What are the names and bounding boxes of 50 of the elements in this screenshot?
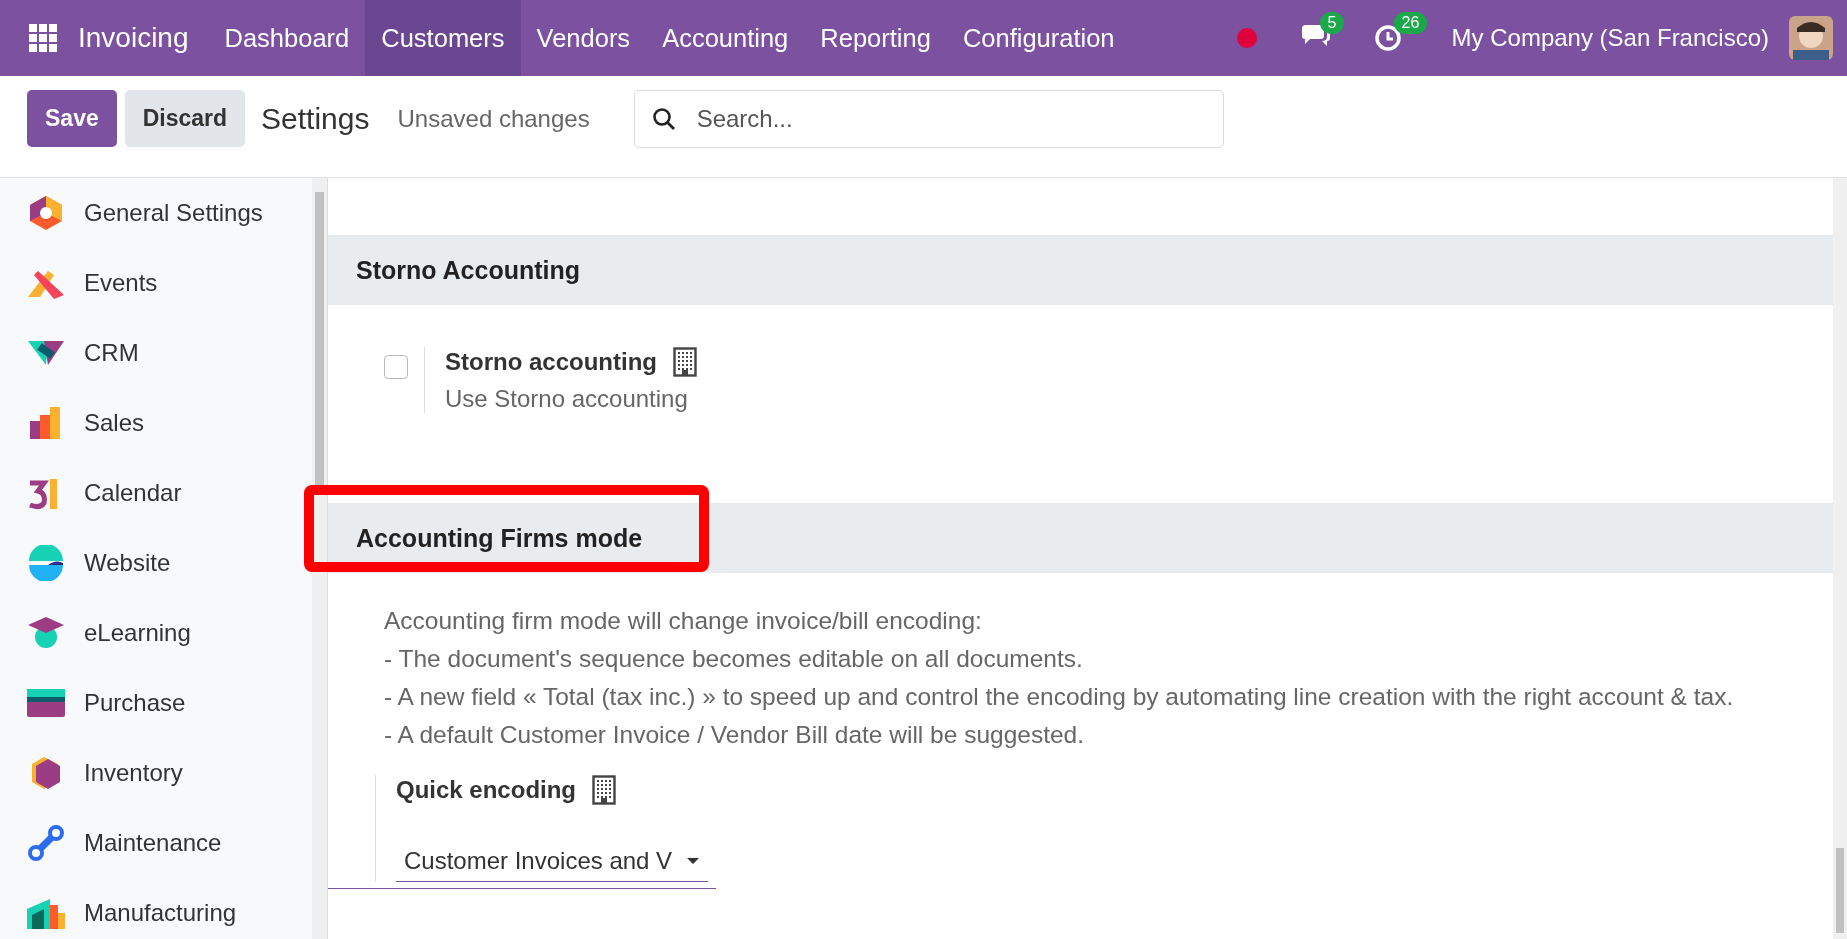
page-title: Settings bbox=[261, 101, 370, 137]
nav-menu-item[interactable]: Accounting bbox=[646, 0, 805, 76]
caret-icon bbox=[686, 857, 701, 865]
sidebar-item[interactable]: Purchase bbox=[84, 689, 186, 717]
app-logo-icon bbox=[26, 825, 66, 861]
nav-menu-item[interactable]: Customers bbox=[365, 0, 521, 76]
sidebar-scrollbar[interactable] bbox=[312, 178, 327, 939]
section-title: Storno Accounting bbox=[356, 255, 581, 285]
description-text: - A new field « Total (tax inc.) » to speed up and control the encoding by automating line creation with the right account & tax. bbox=[384, 683, 1735, 711]
sidebar-item[interactable]: Inventory bbox=[84, 759, 183, 787]
setting-label: Storno accounting bbox=[445, 348, 657, 376]
sidebar-item[interactable]: Calendar bbox=[84, 479, 182, 507]
avatar-icon[interactable] bbox=[1789, 16, 1833, 60]
recording-dot-icon[interactable] bbox=[1235, 27, 1258, 49]
sidebar-item[interactable]: Maintenance bbox=[84, 829, 222, 857]
quick-encoding-select[interactable]: Customer Invoices and V bbox=[396, 841, 709, 882]
nav-menu-item[interactable]: Configuration bbox=[946, 0, 1131, 76]
sidebar-item[interactable]: Events bbox=[84, 269, 158, 297]
sidebar-item[interactable]: eLearning bbox=[84, 619, 191, 647]
message-count-badge: 5 bbox=[1319, 12, 1345, 34]
clock-icon[interactable] bbox=[1373, 24, 1402, 52]
nav-menu-item[interactable]: Reporting bbox=[804, 0, 947, 76]
search-icon bbox=[651, 107, 676, 131]
save-button[interactable]: Save bbox=[27, 90, 117, 147]
sidebar-item[interactable]: CRM bbox=[84, 339, 139, 367]
unsaved-status: Unsaved changes bbox=[397, 104, 590, 134]
content-scrollbar[interactable] bbox=[1833, 178, 1847, 939]
sidebar-item[interactable]: Manufacturing bbox=[84, 899, 237, 927]
app-name[interactable]: Invoicing bbox=[78, 22, 189, 54]
app-grid-icon[interactable] bbox=[28, 23, 58, 53]
checkbox[interactable] bbox=[384, 355, 408, 379]
app-logo-icon bbox=[26, 545, 66, 581]
setting-label: Quick encoding bbox=[396, 776, 577, 804]
activity-count-badge: 26 bbox=[1393, 12, 1428, 34]
building-icon bbox=[673, 347, 697, 377]
search-field[interactable]: Search... bbox=[633, 90, 1224, 148]
sidebar-item[interactable]: Website bbox=[84, 549, 171, 577]
building-icon bbox=[592, 775, 617, 805]
description-text: Accounting firm mode will change invoice/bill encoding: bbox=[384, 607, 983, 635]
discard-button[interactable]: Discard bbox=[124, 90, 246, 147]
description-text: - The document's sequence becomes editable on all documents. bbox=[384, 645, 1084, 673]
app-logo-icon bbox=[26, 615, 66, 651]
company-switcher[interactable]: My Company (San Francisco) bbox=[1451, 24, 1769, 52]
description-text: - A default Customer Invoice / Vendor Bill date will be suggested. bbox=[384, 721, 1085, 749]
sidebar-item[interactable]: General Settings bbox=[84, 199, 263, 227]
sidebar-item[interactable]: Sales bbox=[84, 409, 145, 437]
nav-menu-item[interactable]: Dashboard bbox=[208, 0, 366, 76]
nav-menu-item[interactable]: Vendors bbox=[520, 0, 647, 76]
section-title: Accounting Firms mode bbox=[356, 523, 643, 553]
setting-description: Use Storno accounting bbox=[445, 385, 689, 413]
